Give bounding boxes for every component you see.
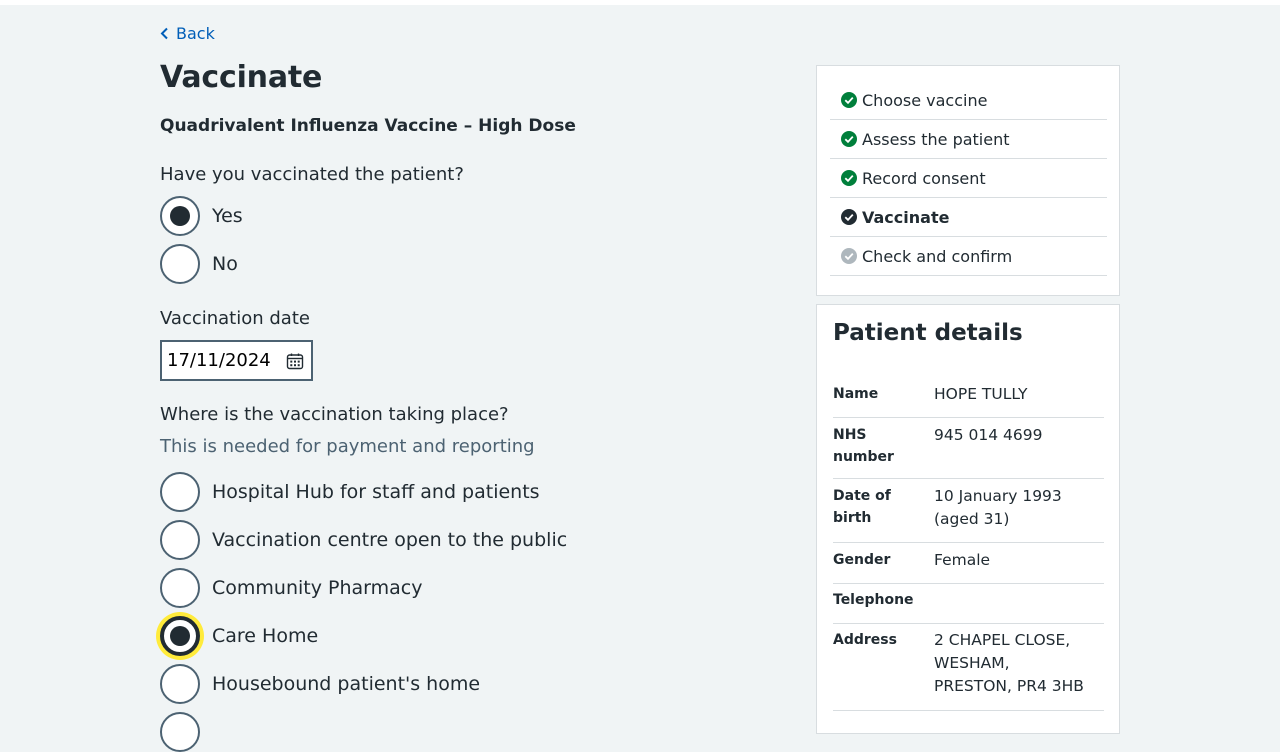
radio-circle [160, 568, 200, 608]
back-link[interactable]: Back [160, 24, 215, 43]
radio-circle [160, 616, 200, 656]
check-circle-icon [841, 248, 857, 264]
patient-row-address: Address 2 CHAPEL CLOSE, WESHAM, PRESTON,… [833, 629, 1104, 711]
task-item-choose-vaccine[interactable]: Choose vaccine [830, 81, 1107, 120]
location-question-hint: This is needed for payment and reporting [160, 436, 535, 457]
check-circle-icon [841, 131, 857, 147]
page-title: Vaccinate [160, 60, 323, 95]
row-value: 10 January 1993 (aged 31) [934, 487, 1062, 528]
radio-label: Vaccination centre open to the public [212, 529, 568, 551]
task-label: Choose vaccine [862, 90, 988, 110]
row-key: Gender [833, 552, 891, 568]
radio-circle [160, 472, 200, 512]
task-label: Assess the patient [862, 129, 1010, 149]
check-circle-icon [841, 92, 857, 108]
task-label: Record consent [862, 168, 986, 188]
radio-circle [160, 712, 200, 752]
radio-label: Care Home [212, 625, 319, 647]
radio-location-housebound[interactable]: Housebound patient's home [160, 664, 480, 704]
radio-label: No [212, 253, 238, 275]
patient-details-title: Patient details [833, 320, 1023, 346]
patient-row-telephone: Telephone [833, 589, 1104, 624]
calendar-icon[interactable] [286, 352, 304, 370]
location-question-legend: Where is the vaccination taking place? [160, 404, 509, 425]
check-circle-icon [841, 170, 857, 186]
task-item-vaccinate: Vaccinate [830, 198, 1107, 237]
row-key: NHS number [833, 427, 894, 465]
radio-label: Housebound patient's home [212, 673, 481, 695]
task-label: Vaccinate [862, 207, 950, 227]
back-link-label: Back [176, 24, 215, 43]
radio-location-care-home[interactable]: Care Home [160, 616, 318, 656]
radio-location-hospital-hub[interactable]: Hospital Hub for staff and patients [160, 472, 540, 512]
patient-row-gender: Gender Female [833, 549, 1104, 584]
patient-row-nhs-number: NHS number 945 014 4699 [833, 424, 1104, 479]
row-value: Female [934, 551, 991, 569]
radio-location-vaccination-centre[interactable]: Vaccination centre open to the public [160, 520, 567, 560]
row-key: Date of birth [833, 488, 891, 526]
radio-location-community-pharmacy[interactable]: Community Pharmacy [160, 568, 422, 608]
row-key: Address [833, 632, 897, 648]
vaccination-date-input[interactable] [167, 350, 279, 371]
task-label: Check and confirm [862, 246, 1013, 266]
vaccination-date-label: Vaccination date [160, 308, 310, 329]
radio-label: Community Pharmacy [212, 577, 423, 599]
vaccine-name: Quadrivalent Influenza Vaccine – High Do… [160, 116, 576, 136]
patient-row-name: Name HOPE TULLY [833, 383, 1104, 418]
radio-circle [160, 664, 200, 704]
top-bar [0, 0, 1280, 5]
task-item-record-consent[interactable]: Record consent [830, 159, 1107, 198]
vaccination-date-field[interactable] [160, 340, 313, 381]
row-value: HOPE TULLY [934, 385, 1028, 403]
radio-circle [160, 520, 200, 560]
radio-vaccinated-no[interactable]: No [160, 244, 238, 284]
row-key: Telephone [833, 592, 914, 608]
radio-label: Yes [212, 205, 243, 227]
chevron-left-icon [160, 27, 168, 40]
patient-row-date-of-birth: Date of birth 10 January 1993 (aged 31) [833, 485, 1104, 543]
task-list: Choose vaccine Assess the patient Record… [816, 65, 1120, 296]
task-item-check-confirm: Check and confirm [830, 237, 1107, 276]
radio-location-more[interactable] [160, 712, 200, 752]
patient-details-card: Patient details Name HOPE TULLY NHS numb… [816, 304, 1120, 734]
vaccinated-question-legend: Have you vaccinated the patient? [160, 164, 464, 185]
check-circle-icon [841, 209, 857, 225]
row-value: 2 CHAPEL CLOSE, WESHAM, PRESTON, PR4 3HB [934, 631, 1084, 695]
row-key: Name [833, 386, 879, 402]
row-value: 945 014 4699 [934, 426, 1043, 444]
radio-vaccinated-yes[interactable]: Yes [160, 196, 243, 236]
radio-circle [160, 244, 200, 284]
radio-circle [160, 196, 200, 236]
task-item-assess-patient[interactable]: Assess the patient [830, 120, 1107, 159]
radio-label: Hospital Hub for staff and patients [212, 481, 540, 503]
